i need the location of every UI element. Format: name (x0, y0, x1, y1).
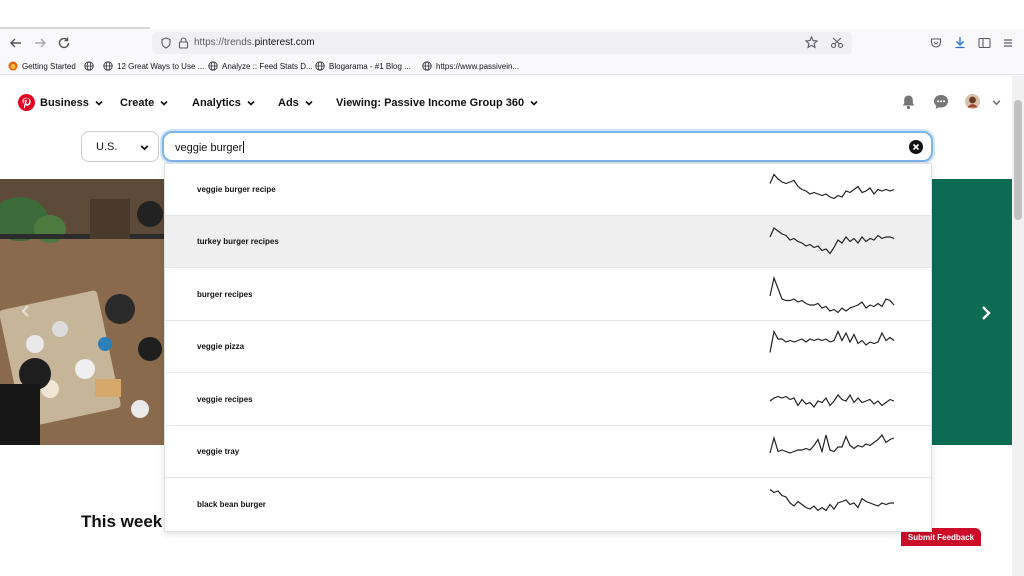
tracking-shield-icon[interactable] (160, 37, 172, 49)
browser-toolbar: https://trends.pinterest.com (0, 29, 1024, 57)
search-suggestions-dropdown: veggie burger recipe turkey burger recip… (164, 163, 932, 532)
globe-icon (422, 61, 432, 71)
section-title: This week (81, 512, 163, 531)
globe-icon (103, 61, 113, 71)
trend-sparkline (769, 329, 895, 353)
forward-arrow-icon[interactable] (32, 35, 48, 51)
window-titlebar (0, 0, 1024, 28)
firefox-icon (8, 61, 18, 71)
country-select[interactable]: U.S. (81, 131, 159, 162)
trend-sparkline (769, 173, 895, 200)
search-query: veggie burger (175, 142, 243, 154)
suggestion-item[interactable]: veggie burger recipe (165, 164, 931, 216)
trend-sparkline (769, 433, 895, 454)
suggestion-item[interactable]: black bean burger (165, 479, 931, 531)
globe-icon (208, 61, 218, 71)
menu-business[interactable]: Business (40, 96, 104, 110)
suggestion-item[interactable]: veggie pizza (165, 321, 931, 373)
menu-viewing-account[interactable]: Viewing: Passive Income Group 360 (336, 96, 539, 110)
chevron-down-icon (95, 100, 103, 106)
downloads-icon[interactable] (954, 36, 966, 49)
carousel-next-icon[interactable] (976, 303, 996, 323)
bookmark-item[interactable] (84, 59, 94, 73)
page-scrollbar[interactable] (1012, 76, 1024, 576)
trend-sparkline (769, 393, 895, 408)
suggestion-item[interactable]: veggie tray (165, 426, 931, 478)
back-arrow-icon[interactable] (8, 35, 24, 51)
reload-icon[interactable] (56, 35, 72, 51)
bookmark-star-icon[interactable] (805, 36, 818, 49)
messages-icon[interactable] (933, 94, 949, 110)
lock-icon[interactable] (178, 37, 189, 49)
chevron-down-icon (247, 100, 255, 106)
menu-ads[interactable]: Ads (278, 96, 314, 110)
text-caret (243, 141, 245, 153)
address-bar[interactable]: https://trends.pinterest.com (152, 32, 852, 54)
account-chevron-down-icon[interactable] (991, 97, 1002, 108)
chevron-down-icon (530, 100, 538, 106)
bookmark-item[interactable]: Analyze :: Feed Stats D... (208, 59, 313, 73)
chevron-down-icon (305, 100, 313, 106)
trend-sparkline (769, 227, 895, 255)
globe-icon (84, 61, 94, 71)
scrollbar-thumb[interactable] (1014, 100, 1022, 220)
carousel-prev-icon[interactable] (18, 303, 34, 319)
avatar[interactable] (965, 94, 980, 109)
pocket-icon[interactable] (930, 37, 942, 49)
suggestion-item[interactable]: veggie recipes (165, 374, 931, 426)
suggestion-item[interactable]: burger recipes (165, 269, 931, 321)
trend-sparkline (769, 275, 895, 314)
close-icon (912, 143, 920, 151)
sidebar-icon[interactable] (978, 37, 991, 49)
hero-panel (931, 179, 1012, 445)
pinterest-header: Business Create Analytics Ads Viewing: P… (0, 76, 1012, 128)
clear-search-button[interactable] (909, 140, 923, 154)
menu-analytics[interactable]: Analytics (192, 96, 256, 110)
bookmark-item[interactable]: https://www.passivein... (422, 59, 519, 73)
chevron-down-icon (160, 100, 168, 106)
bookmark-item[interactable]: Blogarama - #1 Blog ... (315, 59, 411, 73)
search-input[interactable]: veggie burger (162, 131, 933, 162)
bookmark-item[interactable]: 12 Great Ways to Use ... (103, 59, 204, 73)
trend-sparkline (769, 489, 894, 512)
url-text[interactable]: https://trends.pinterest.com (194, 37, 315, 48)
country-value: U.S. (96, 141, 118, 153)
pinterest-logo-icon[interactable] (18, 94, 35, 111)
screenshot-icon[interactable] (830, 36, 844, 49)
suggestion-item[interactable]: turkey burger recipes (165, 216, 931, 268)
notifications-bell-icon[interactable] (901, 94, 916, 110)
globe-icon (315, 61, 325, 71)
bookmarks-toolbar: Getting Started 12 Great Ways to Use ...… (0, 57, 1024, 75)
hamburger-menu-icon[interactable] (1002, 37, 1014, 49)
bookmark-item[interactable]: Getting Started (8, 59, 76, 73)
menu-create[interactable]: Create (120, 96, 169, 110)
chevron-down-icon (140, 145, 149, 151)
